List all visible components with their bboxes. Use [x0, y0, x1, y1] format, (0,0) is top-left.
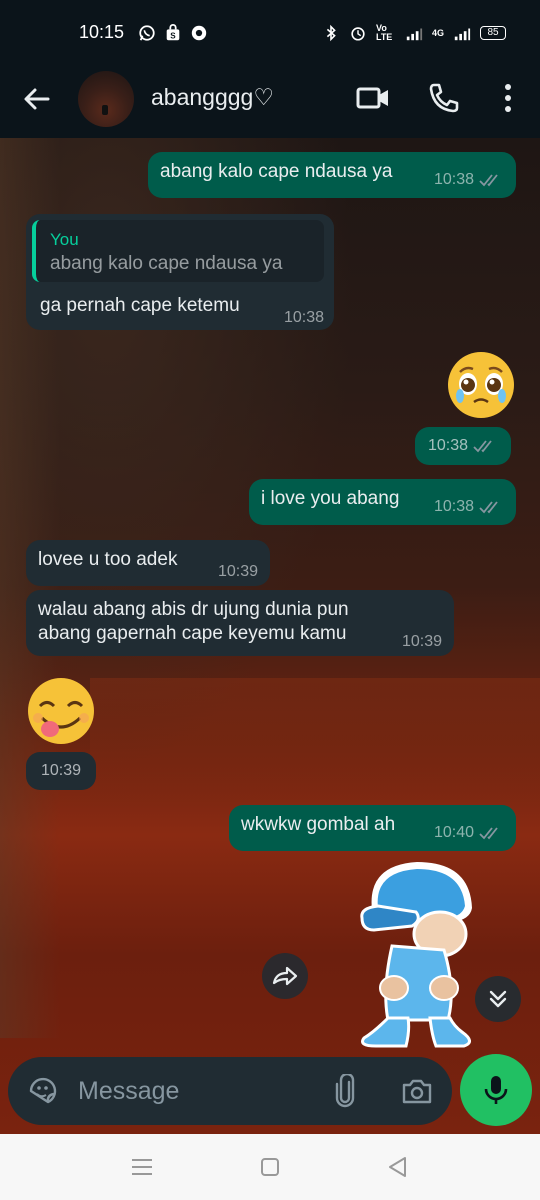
message-bubble-incoming[interactable]: You abang kalo cape ndausa ya ga pernah …: [26, 214, 334, 330]
status-time: 10:15: [79, 22, 125, 42]
pocoyo-sticker[interactable]: [352, 860, 482, 1050]
scroll-to-bottom-button[interactable]: [475, 976, 521, 1022]
message-text: ga pernah cape ketemu: [40, 295, 240, 316]
face-savoring-food-emoji[interactable]: [26, 676, 96, 746]
sticker-icon[interactable]: [26, 1074, 60, 1108]
emoji-time-incoming: 10:39: [26, 752, 96, 790]
quote-author: You: [50, 230, 79, 249]
svg-text:S: S: [170, 31, 176, 40]
emoji-time-outgoing: 10:38: [415, 427, 511, 465]
message-time: 10:38: [433, 498, 474, 515]
read-ticks-icon: [473, 440, 492, 453]
double-chevron-down-icon: [489, 990, 507, 1008]
system-icons: Vo LTE 4G 85: [322, 24, 506, 42]
notification-icons: S: [138, 24, 208, 42]
back-triangle-icon[interactable]: [385, 1154, 411, 1180]
phone-call-icon[interactable]: [426, 80, 462, 116]
attachment-icon[interactable]: [328, 1074, 362, 1108]
forward-arrow-icon: [272, 966, 298, 986]
message-bubble-outgoing[interactable]: wkwkw gombal ah 10:40: [229, 805, 516, 851]
contact-avatar[interactable]: [78, 71, 134, 127]
shopping-bag-icon: S: [166, 24, 180, 40]
status-bar: 10:15 S Vo LTE 4G 85: [0, 0, 540, 66]
voice-message-button[interactable]: [460, 1054, 532, 1126]
read-ticks-icon: [479, 827, 498, 840]
signal-2-icon: [454, 28, 471, 41]
message-bubble-incoming[interactable]: walau abang abis dr ujung dunia pun aban…: [26, 590, 454, 656]
system-navigation-bar: [0, 1134, 540, 1200]
signal-icon: [406, 28, 423, 41]
message-text: abang kalo cape ndausa ya: [160, 161, 393, 182]
message-text-line: walau abang abis dr ujung dunia pun: [38, 599, 349, 620]
message-time: 10:39: [401, 633, 442, 650]
contact-name[interactable]: abangggg♡: [151, 84, 274, 111]
location-circle-icon: [191, 25, 207, 41]
video-call-icon[interactable]: [355, 80, 391, 116]
message-meta: 10:38: [434, 495, 504, 519]
message-meta: 10:38: [434, 168, 504, 192]
volte-indicator: Vo LTE: [375, 23, 393, 42]
message-bubble-outgoing[interactable]: i love you abang 10:38: [249, 479, 516, 525]
more-options-icon[interactable]: [490, 80, 526, 116]
message-bubble-incoming[interactable]: lovee u too adek 10:39: [26, 540, 270, 586]
message-time: 10:40: [433, 824, 474, 841]
message-text-line: abang gapernah cape keyemu kamu: [38, 623, 347, 644]
message-text: wkwkw gombal ah: [241, 814, 396, 835]
message-text: lovee u too adek: [38, 549, 178, 570]
quoted-message[interactable]: You abang kalo cape ndausa ya: [32, 220, 324, 282]
pleading-face-emoji[interactable]: [446, 350, 516, 420]
message-time: 10:38: [427, 437, 469, 454]
quote-text: abang kalo cape ndausa ya: [50, 253, 283, 274]
bluetooth-icon: [326, 24, 336, 42]
camera-icon[interactable]: [400, 1074, 434, 1108]
message-composer: [8, 1057, 452, 1125]
forward-button[interactable]: [262, 953, 308, 999]
home-icon[interactable]: [257, 1154, 283, 1180]
message-input[interactable]: [78, 1071, 308, 1111]
battery-indicator: 85: [480, 26, 506, 40]
alarm-icon: [351, 27, 365, 41]
microphone-icon: [484, 1076, 508, 1104]
chat-header: abangggg♡: [0, 66, 540, 138]
message-time: 10:38: [283, 309, 324, 326]
message-meta: 10:40: [434, 821, 504, 845]
whatsapp-icon: [139, 25, 155, 41]
chat-area[interactable]: abang kalo cape ndausa ya 10:38 You aban…: [0, 138, 540, 1134]
recent-apps-icon[interactable]: [129, 1154, 155, 1180]
read-ticks-icon: [479, 174, 498, 187]
back-arrow-icon[interactable]: [20, 82, 54, 116]
message-bubble-outgoing[interactable]: abang kalo cape ndausa ya 10:38: [148, 152, 516, 198]
read-ticks-icon: [479, 501, 498, 514]
message-time: 10:39: [217, 563, 258, 580]
network-type: 4G: [431, 27, 444, 38]
message-time: 10:39: [40, 762, 82, 779]
message-time: 10:38: [433, 171, 474, 188]
message-text: i love you abang: [261, 488, 400, 509]
